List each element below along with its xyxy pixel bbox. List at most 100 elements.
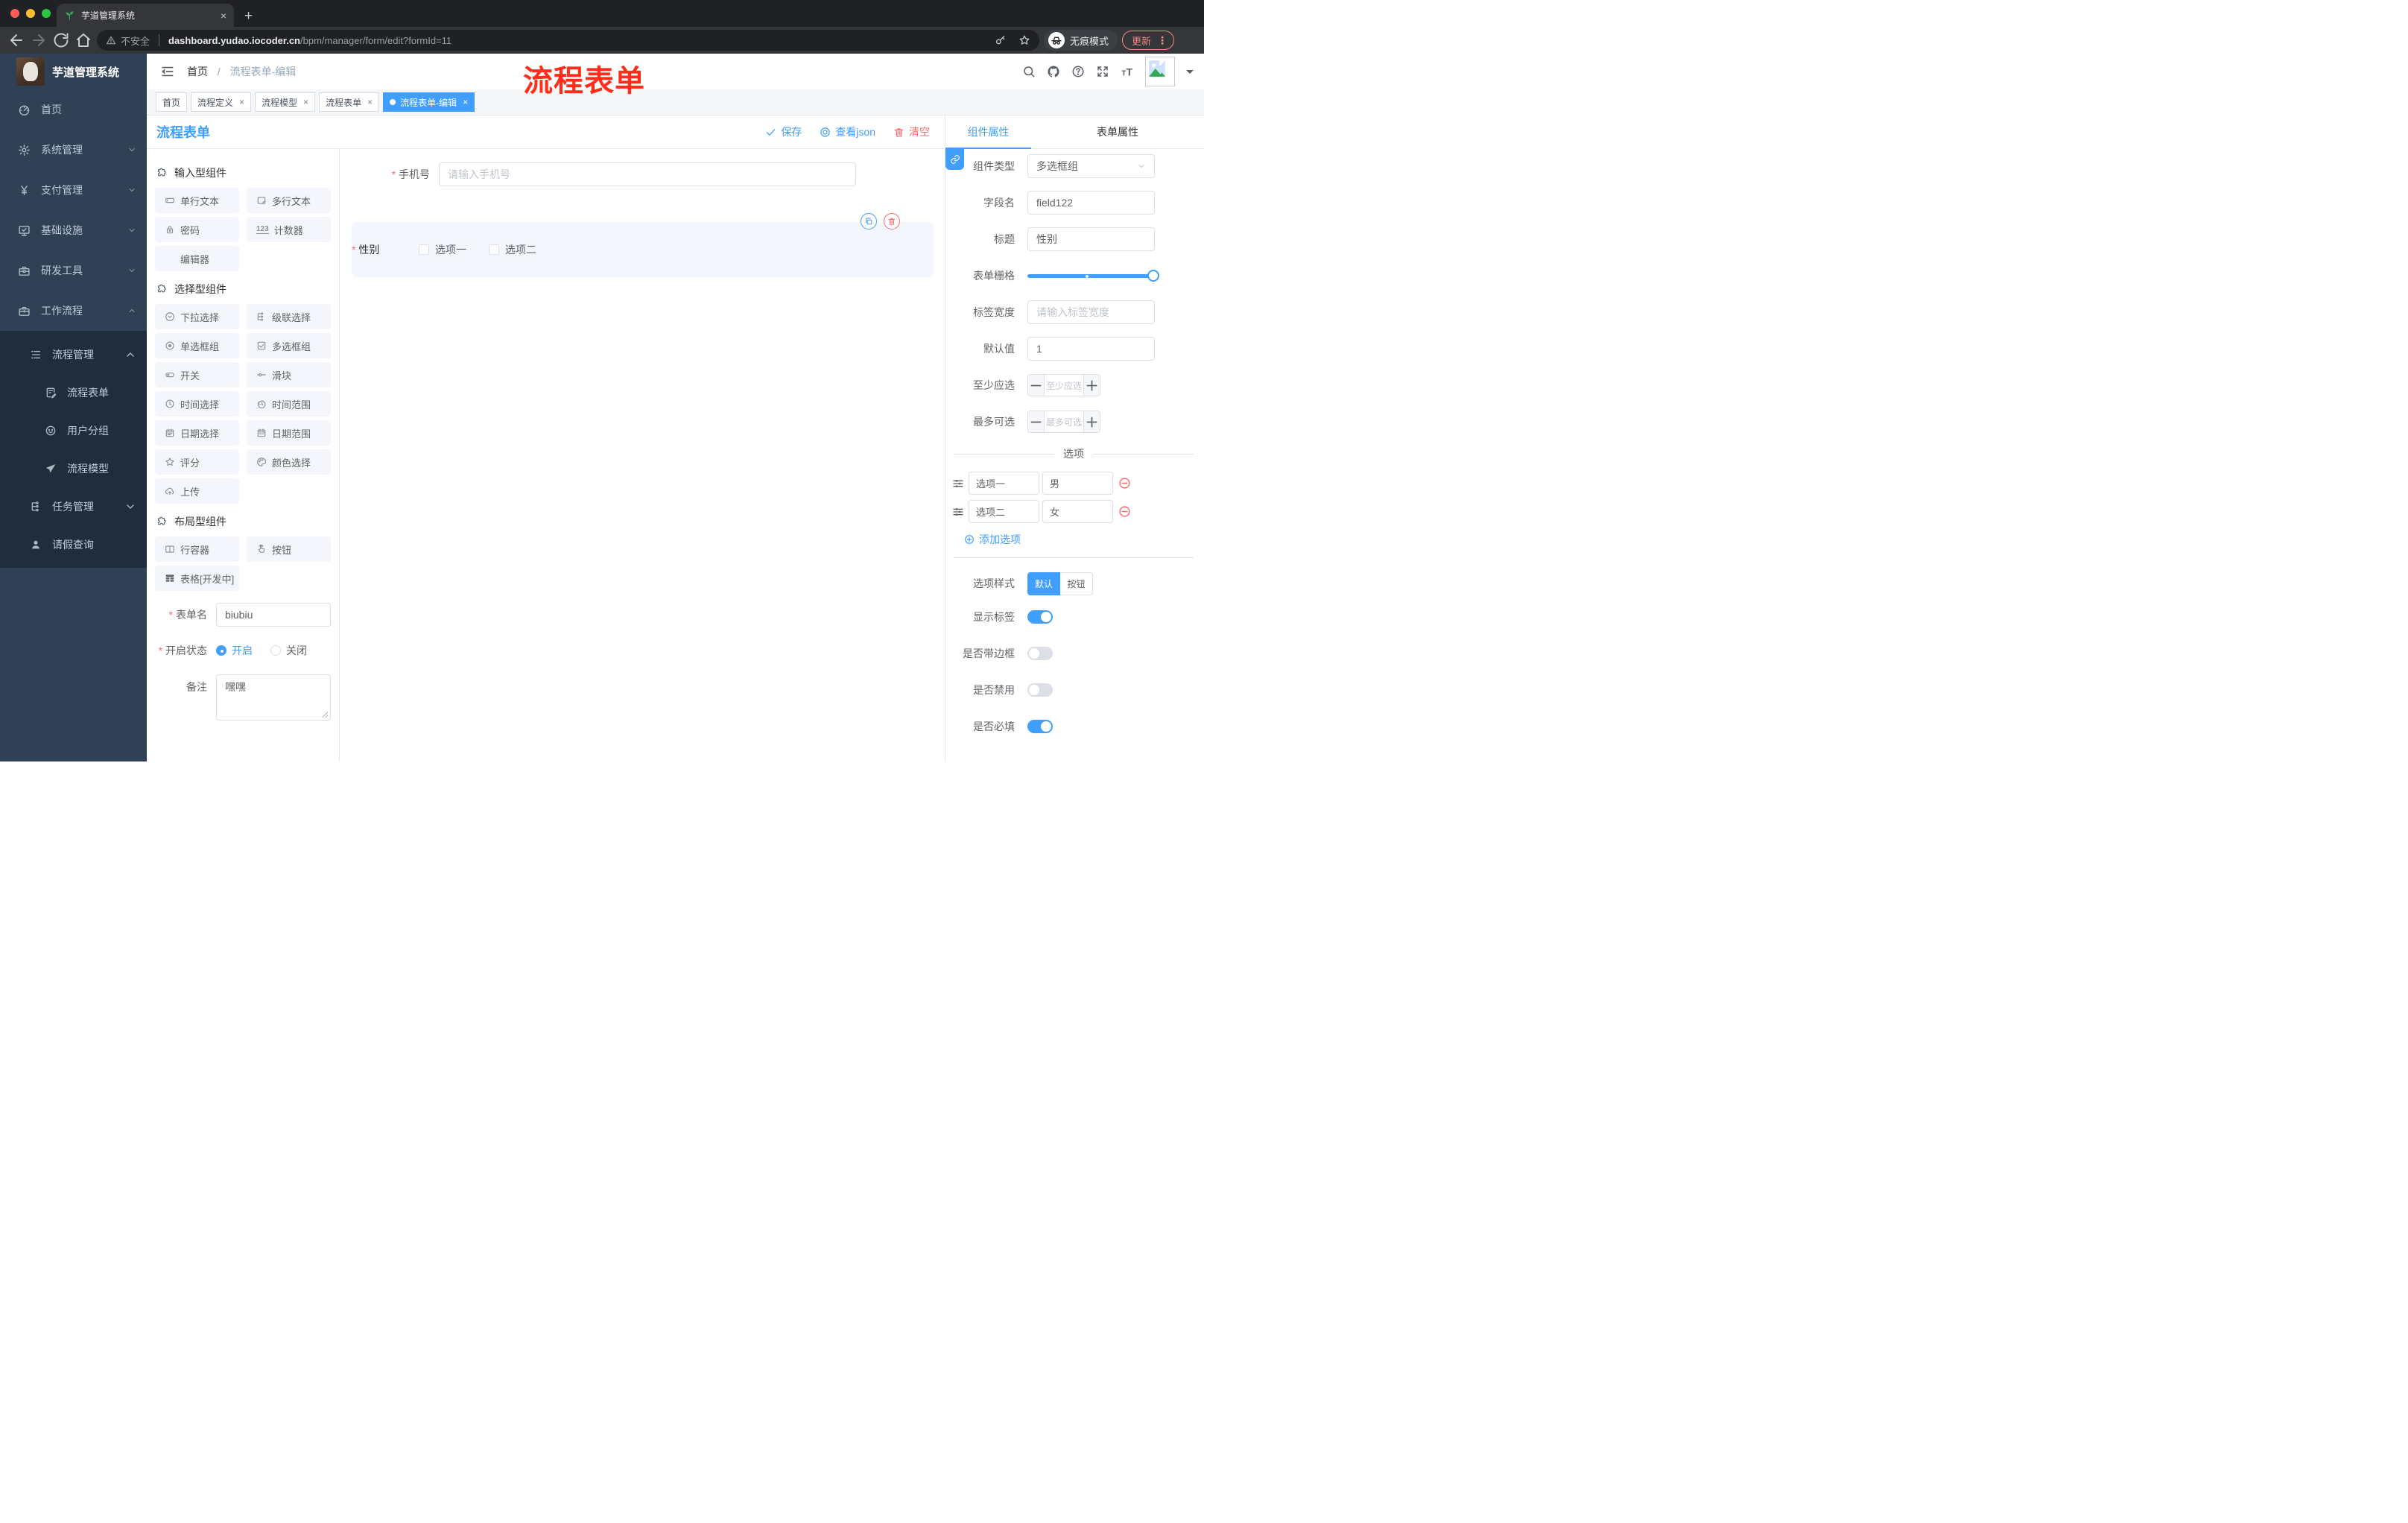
copy-field-button[interactable] [861,213,877,229]
canvas-field-gender-selected[interactable]: 性别 选项一 选项二 [352,213,934,277]
github-icon[interactable] [1047,65,1060,78]
avatar[interactable] [1145,57,1175,86]
add-option-button[interactable]: 添加选项 [964,532,1194,547]
drag-handle-icon[interactable] [952,506,964,518]
remove-option-icon[interactable] [1118,505,1131,518]
address-bar[interactable]: 不安全 dashboard.yudao.iocoder.cn/bpm/manag… [97,30,1039,51]
palette-item-multi-text[interactable]: 多行文本 [247,188,331,213]
minus-icon[interactable] [1028,375,1045,396]
bookmark-star-icon[interactable] [1018,34,1030,46]
tab-form-props[interactable]: 表单属性 [1031,115,1204,148]
palette-item-cascader[interactable]: 级联选择 [247,304,331,329]
sidebar-item-task-mgmt[interactable]: 任务管理 [0,487,147,525]
form-remark-textarea[interactable]: 嘿嘿 [216,674,331,721]
label-width-input[interactable]: 请输入标签宽度 [1027,300,1155,324]
show-label-toggle[interactable] [1027,610,1053,624]
browser-update-button[interactable]: 更新 ⋮ [1122,31,1175,50]
canvas-field-phone[interactable]: 手机号 请输入手机号 [352,162,933,186]
help-icon[interactable] [1071,65,1085,78]
sidebar-item-devtools[interactable]: 研发工具 [0,250,147,291]
palette-item-counter[interactable]: 123 计数器 [247,217,331,242]
tag-close-icon[interactable]: × [463,97,468,107]
close-window-button[interactable] [10,9,19,18]
tag-process-model[interactable]: 流程模型 × [255,92,316,112]
browser-tab[interactable]: 芋道管理系统 × [57,4,234,27]
sidebar-item-leave-query[interactable]: 请假查询 [0,525,147,563]
required-toggle[interactable] [1027,720,1053,733]
tab-close-icon[interactable]: × [221,10,226,22]
tag-process-form[interactable]: 流程表单 × [319,92,380,112]
sidebar-item-infra[interactable]: 基础设施 [0,210,147,250]
sidebar-fold-icon[interactable] [160,64,175,79]
sidebar-item-payment[interactable]: 支付管理 [0,170,147,210]
palette-item-button[interactable]: 按钮 [247,536,331,562]
palette-item-radio-group[interactable]: 单选框组 [155,333,239,358]
sidebar-item-process-model[interactable]: 流程模型 [0,449,147,487]
component-type-select[interactable]: 多选框组 [1027,154,1155,178]
palette-item-upload[interactable]: 上传 [155,478,239,504]
reload-icon[interactable] [52,31,70,49]
tag-close-icon[interactable]: × [367,97,373,107]
palette-item-time[interactable]: 时间选择 [155,391,239,417]
drag-handle-icon[interactable] [952,478,964,490]
palette-item-slider[interactable]: 滑块 [247,362,331,387]
palette-item-checkbox-group[interactable]: 多选框组 [247,333,331,358]
palette-item-date-range[interactable]: 日期范围 [247,420,331,446]
max-select-stepper[interactable]: 最多可选 [1027,411,1100,433]
minus-icon[interactable] [1028,411,1045,432]
tab-component-props[interactable]: 组件属性 [945,115,1031,149]
plus-icon[interactable] [1083,411,1100,432]
sidebar-item-process-form[interactable]: 流程表单 [0,373,147,411]
style-button-button[interactable]: 按钮 [1060,571,1093,595]
max-select-input[interactable]: 最多可选 [1045,411,1083,432]
home-icon[interactable] [75,31,92,49]
delete-field-button[interactable] [884,213,900,229]
sidebar-item-workflow[interactable]: 工作流程 [0,291,147,331]
palette-item-time-range[interactable]: 时间范围 [247,391,331,417]
forward-icon[interactable] [30,31,48,49]
new-tab-button[interactable]: + [244,6,253,27]
view-json-button[interactable]: 查看json [820,124,875,139]
gender-checkbox-option1[interactable]: 选项一 [419,242,466,257]
palette-item-row[interactable]: 行容器 [155,536,239,562]
tag-home[interactable]: 首页 [156,92,188,112]
palette-item-color[interactable]: 颜色选择 [247,449,331,475]
key-icon[interactable] [995,34,1007,46]
font-size-icon[interactable]: TT [1121,65,1134,78]
option2-label-input[interactable]: 选项二 [969,500,1039,523]
zoom-window-button[interactable] [42,9,51,18]
plus-icon[interactable] [1083,375,1100,396]
caret-down-icon[interactable] [1186,69,1194,77]
option1-label-input[interactable]: 选项一 [969,472,1039,495]
link-handle-button[interactable] [945,149,964,170]
clear-button[interactable]: 清空 [893,124,930,139]
fullscreen-icon[interactable] [1096,65,1109,78]
tag-process-form-edit[interactable]: 流程表单-编辑 × [383,92,475,112]
palette-item-password[interactable]: 密码 [155,217,239,242]
tag-close-icon[interactable]: × [303,97,308,107]
palette-item-select[interactable]: 下拉选择 [155,304,239,329]
slider-handle[interactable] [1147,270,1159,282]
status-radio-on[interactable]: 开启 [216,643,253,658]
save-button[interactable]: 保存 [765,124,802,139]
search-icon[interactable] [1022,65,1036,78]
remove-option-icon[interactable] [1118,477,1131,490]
form-grid-slider[interactable] [1027,264,1159,288]
palette-item-switch[interactable]: 开关 [155,362,239,387]
slider-track[interactable] [1027,274,1158,278]
style-default-button[interactable]: 默认 [1027,571,1060,595]
browser-menu-kebab-icon[interactable]: ⋮ [1157,34,1167,47]
sidebar-item-home[interactable]: 首页 [0,89,147,130]
sidebar-item-user-group[interactable]: 用户分组 [0,411,147,449]
sidebar-item-process-mgmt[interactable]: 流程管理 [0,335,147,373]
gender-checkbox-option2[interactable]: 选项二 [489,242,536,257]
palette-item-date[interactable]: 日期选择 [155,420,239,446]
field-name-input[interactable]: field122 [1027,191,1155,215]
palette-item-table[interactable]: 表格[开发中] [155,566,239,591]
palette-item-editor[interactable]: 编辑器 [155,246,239,271]
option2-value-input[interactable]: 女 [1042,500,1113,523]
option1-value-input[interactable]: 男 [1042,472,1113,495]
palette-item-single-text[interactable]: 单行文本 [155,188,239,213]
form-name-input[interactable]: biubiu [216,603,331,627]
title-input[interactable]: 性别 [1027,227,1155,251]
